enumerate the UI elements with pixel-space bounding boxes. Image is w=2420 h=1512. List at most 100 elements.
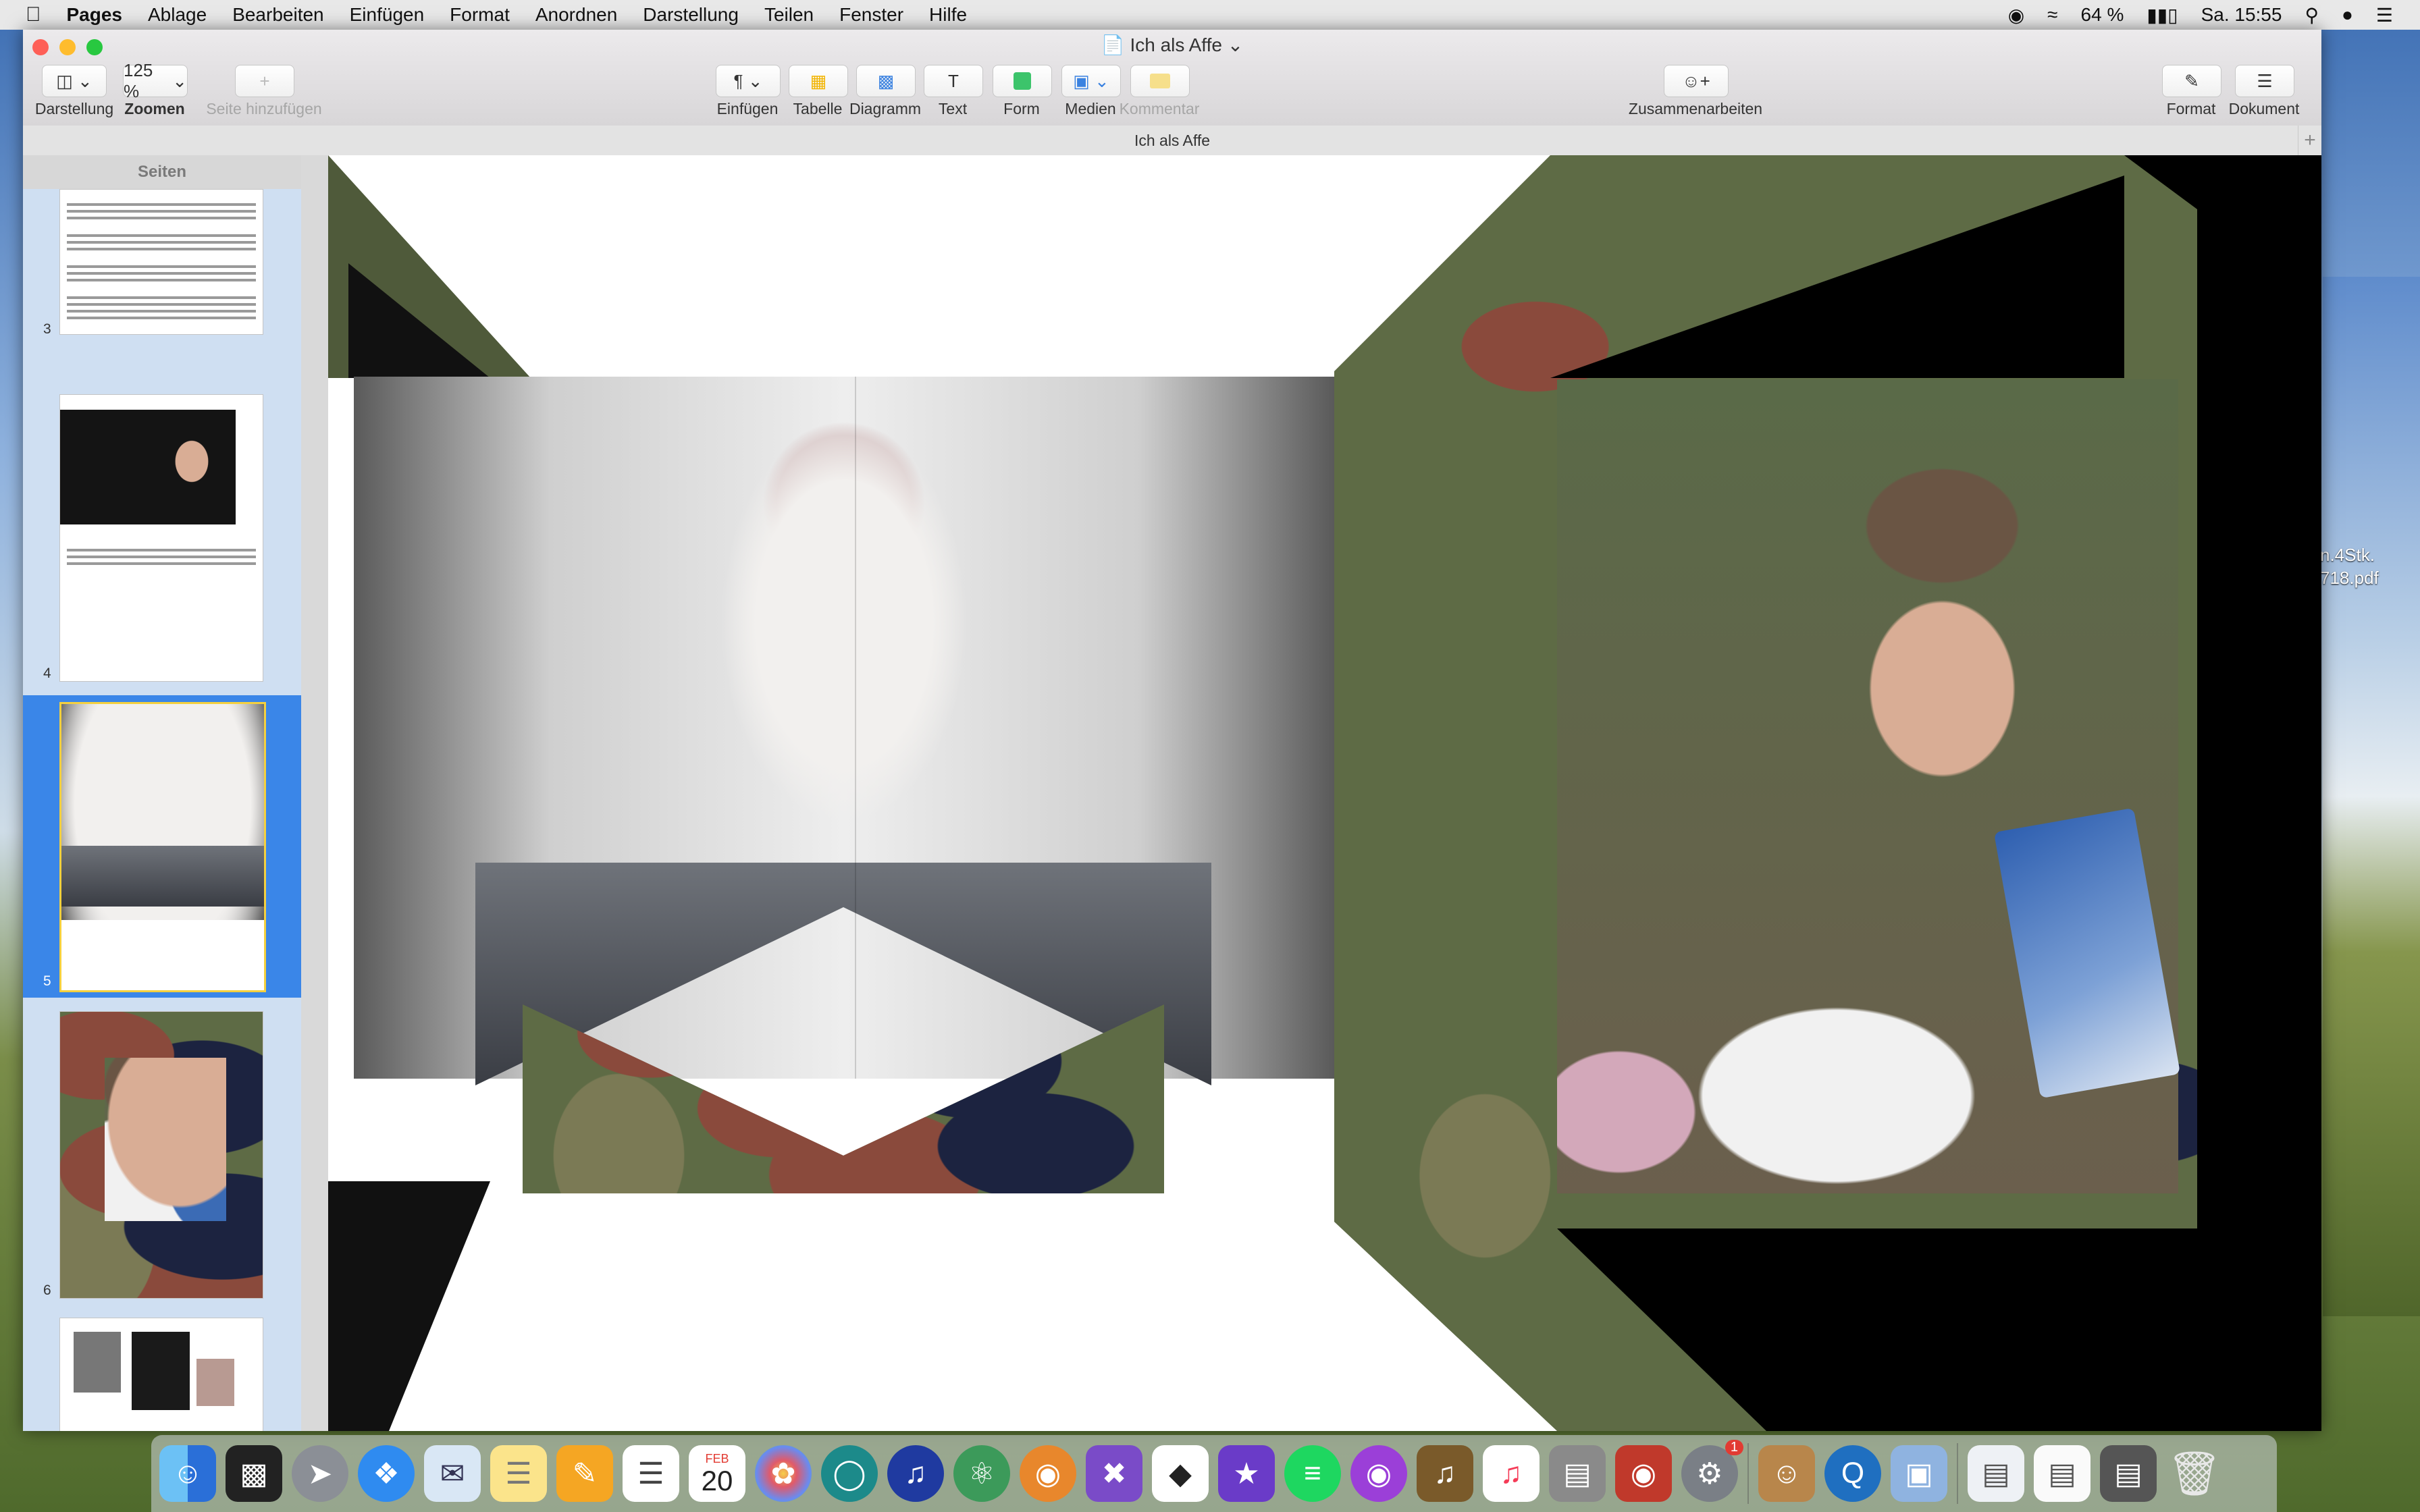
- photos-icon[interactable]: ✿: [755, 1445, 812, 1502]
- minimized-window-3[interactable]: ▤: [2100, 1445, 2157, 1502]
- menu-fenster[interactable]: Fenster: [839, 4, 903, 26]
- menu-ablage[interactable]: Ablage: [148, 4, 207, 26]
- spotlight-search-icon[interactable]: ⚲: [2305, 4, 2319, 26]
- chart-icon: ▩: [877, 70, 895, 91]
- chart-button[interactable]: ▩: [856, 65, 916, 97]
- thumbnail-white-area: [61, 920, 264, 990]
- add-page-button[interactable]: +: [235, 65, 294, 97]
- zoom-value: 125 %: [124, 60, 153, 101]
- finder-icon[interactable]: ☺: [159, 1445, 216, 1502]
- battery-icon[interactable]: ▮▮▯: [2147, 4, 2178, 26]
- menu-anordnen[interactable]: Anordnen: [535, 4, 617, 26]
- insert-button[interactable]: ¶ ⌄: [716, 65, 781, 97]
- siri-icon[interactable]: ●: [2342, 4, 2353, 26]
- menu-teilen[interactable]: Teilen: [764, 4, 814, 26]
- calendar-icon[interactable]: FEB 20: [689, 1445, 745, 1502]
- background-window[interactable]: [2323, 277, 2420, 1316]
- menu-hilfe[interactable]: Hilfe: [929, 4, 967, 26]
- unity-icon[interactable]: ◆: [1152, 1445, 1209, 1502]
- notification-badge: 1: [1725, 1440, 1743, 1455]
- table-button[interactable]: ▦: [789, 65, 848, 97]
- thumbnail-image: [60, 410, 236, 524]
- collaborate-label: Zusammenarbeiten: [1628, 100, 1763, 117]
- add-page-label: Seite hinzufügen: [206, 100, 322, 117]
- notification-center-icon[interactable]: ☰: [2376, 4, 2393, 26]
- page-thumbnails-sidebar[interactable]: Seiten 3 4 5 6: [23, 155, 302, 1431]
- window-title[interactable]: 📄 Ich als Affe ⌄: [23, 34, 2321, 56]
- apple-icon[interactable]: : [26, 3, 41, 26]
- shape-icon: [1014, 72, 1031, 90]
- comment-icon: [1150, 74, 1170, 88]
- zoom-label: Zoomen: [124, 100, 185, 117]
- document-button[interactable]: ☰: [2235, 65, 2294, 97]
- text-button[interactable]: T: [924, 65, 983, 97]
- table-label: Tabelle: [793, 100, 843, 117]
- document-tab[interactable]: Ich als Affe: [1134, 132, 1210, 149]
- menu-darstellung[interactable]: Darstellung: [643, 4, 739, 26]
- garageband-icon[interactable]: ♫: [1417, 1445, 1473, 1502]
- contacts-icon[interactable]: ☺: [1758, 1445, 1815, 1502]
- podcasts-icon[interactable]: ◉: [1350, 1445, 1407, 1502]
- document-canvas[interactable]: [301, 155, 2321, 1431]
- battery-percent[interactable]: 64 %: [2081, 4, 2124, 26]
- thumbnail-legs: [61, 846, 264, 907]
- desktop-file-label[interactable]: n.4Stk. 718.pdf: [2320, 543, 2379, 589]
- page-thumbnail-4[interactable]: [59, 394, 263, 682]
- audacity-icon[interactable]: ♫: [887, 1445, 944, 1502]
- atom-icon[interactable]: ⚛: [953, 1445, 1010, 1502]
- dock: ☺ ▩ ➤ ❖ ✉ ☰ ✎ ☰ FEB 20 ✿ ◯ ♫ ⚛ ◉ ✖ ◆ ★ ≡…: [151, 1435, 2277, 1512]
- launchpad-icon[interactable]: ➤: [292, 1445, 348, 1502]
- creative-cloud-icon[interactable]: ◉: [2008, 4, 2024, 26]
- menu-app-name[interactable]: Pages: [67, 4, 123, 26]
- quicktime-icon[interactable]: Q: [1824, 1445, 1881, 1502]
- reminders-icon[interactable]: ☰: [623, 1445, 679, 1502]
- format-button[interactable]: ✎: [2162, 65, 2221, 97]
- imovie-icon[interactable]: ★: [1218, 1445, 1275, 1502]
- music-icon[interactable]: ♫: [1483, 1445, 1540, 1502]
- sidebar-header: Seiten: [23, 155, 301, 189]
- wifi-icon[interactable]: ≈: [2047, 4, 2057, 26]
- collaborate-button[interactable]: ☺+: [1664, 65, 1729, 97]
- shape-button[interactable]: [993, 65, 1052, 97]
- scanner-icon[interactable]: ▤: [1549, 1445, 1606, 1502]
- photo-booth-icon[interactable]: ◉: [1615, 1445, 1672, 1502]
- page-number: 6: [43, 1282, 51, 1298]
- menu-bar:  Pages Ablage Bearbeiten Einfügen Forma…: [0, 0, 2420, 30]
- menu-bearbeiten[interactable]: Bearbeiten: [232, 4, 323, 26]
- comment-button[interactable]: [1130, 65, 1190, 97]
- minimized-window-1[interactable]: ▤: [1968, 1445, 2024, 1502]
- page-5[interactable]: [328, 155, 1334, 1431]
- pages-icon[interactable]: ✎: [556, 1445, 613, 1502]
- view-button[interactable]: ◫ ⌄: [42, 65, 107, 97]
- page-thumbnail-3[interactable]: [59, 189, 263, 335]
- page-thumbnail-5[interactable]: [59, 702, 266, 992]
- page-thumbnail-7[interactable]: [59, 1318, 263, 1431]
- trash-icon[interactable]: 🗑: [2166, 1445, 2223, 1502]
- system-preferences-icon[interactable]: ⚙ 1: [1681, 1440, 1743, 1502]
- safari-icon[interactable]: ❖: [358, 1445, 415, 1502]
- visual-studio-icon[interactable]: ✖: [1086, 1445, 1142, 1502]
- media-button[interactable]: ▣ ⌄: [1061, 65, 1121, 97]
- page-6[interactable]: [1334, 155, 2321, 1431]
- spotify-icon[interactable]: ≡: [1284, 1445, 1341, 1502]
- thumbnail-photo: [196, 1359, 234, 1406]
- shape-label: Form: [1003, 100, 1040, 117]
- browser-icon[interactable]: ◯: [821, 1445, 878, 1502]
- preview-icon[interactable]: ▣: [1891, 1445, 1947, 1502]
- page-thumbnail-6[interactable]: [59, 1011, 263, 1299]
- new-tab-button[interactable]: +: [2298, 126, 2321, 155]
- page-number: 5: [43, 973, 51, 989]
- document-icon: ☰: [2257, 70, 2273, 91]
- menu-format[interactable]: Format: [450, 4, 510, 26]
- menu-einfuegen[interactable]: Einfügen: [350, 4, 425, 26]
- activity-monitor-icon[interactable]: ▩: [226, 1445, 282, 1502]
- window-title-text: Ich als Affe: [1130, 34, 1222, 55]
- clock[interactable]: Sa. 15:55: [2201, 4, 2282, 26]
- blender-icon[interactable]: ◉: [1020, 1445, 1076, 1502]
- notes-icon[interactable]: ☰: [490, 1445, 547, 1502]
- minimized-window-2[interactable]: ▤: [2034, 1445, 2090, 1502]
- mail-icon[interactable]: ✉: [424, 1445, 481, 1502]
- zoom-select[interactable]: 125 % ⌄: [123, 60, 188, 101]
- document-tab-bar: Ich als Affe +: [23, 126, 2321, 156]
- document-label: Dokument: [2228, 100, 2300, 117]
